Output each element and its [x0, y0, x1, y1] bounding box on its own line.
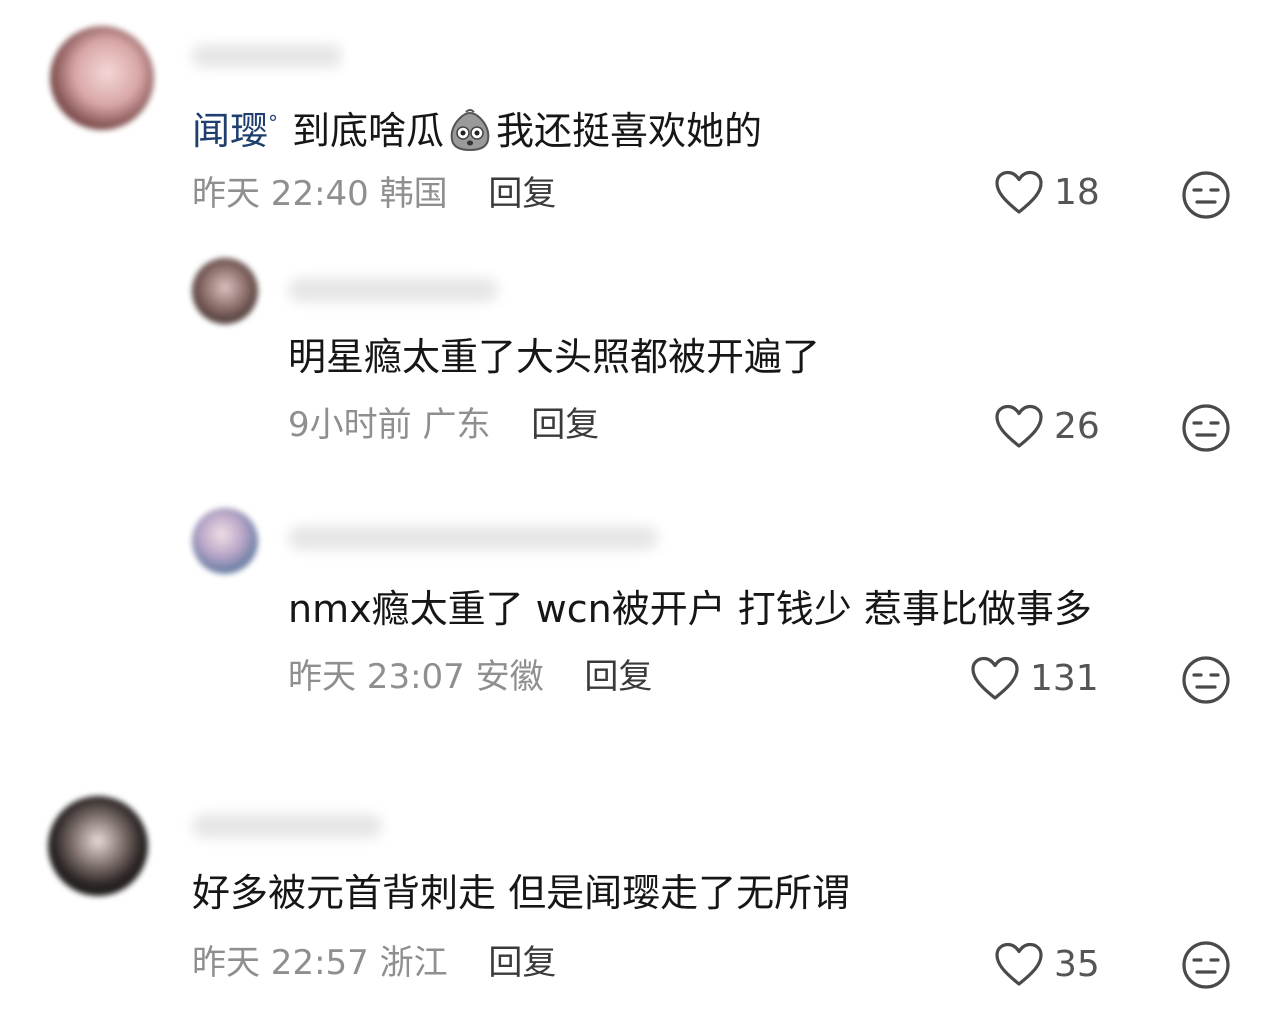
heart-icon: [995, 942, 1043, 986]
comment-location: 浙江: [379, 943, 448, 983]
mention-link[interactable]: 闻璎: [192, 109, 268, 153]
like-button[interactable]: 35: [994, 942, 1100, 988]
comment-text: nmx瘾太重了 wcn被开户 打钱少 惹事比做事多: [288, 587, 1092, 631]
reply-button[interactable]: 回复: [531, 405, 599, 445]
comment-meta: 昨天 22:57 浙江 回复: [192, 946, 556, 980]
like-button[interactable]: 131: [970, 656, 1099, 702]
comment-text-part: 我还挺喜欢她的: [496, 109, 763, 153]
dislike-face-icon[interactable]: [1181, 940, 1231, 990]
dislike-face-icon[interactable]: [1181, 170, 1231, 220]
comment-time: 昨天 22:40: [192, 174, 369, 214]
like-count: 26: [1054, 406, 1100, 447]
avatar[interactable]: [50, 26, 154, 130]
comment-text: 闻璎° 到底啥瓜 我还挺喜欢她的: [192, 106, 762, 154]
username-blurred[interactable]: [192, 814, 382, 838]
mention-marker-icon: °: [268, 111, 279, 136]
like-count: 35: [1054, 944, 1100, 985]
like-button[interactable]: 18: [994, 170, 1100, 216]
reply-button[interactable]: 回复: [488, 943, 556, 983]
username-blurred[interactable]: [288, 526, 658, 550]
comment-time: 昨天 22:57: [192, 943, 369, 983]
dislike-face-icon[interactable]: [1181, 655, 1231, 705]
comment-location: 安徽: [475, 657, 544, 697]
comment-time: 9小时前: [288, 405, 412, 445]
comment-text: 好多被元首背刺走 但是闻璎走了无所谓: [192, 871, 851, 915]
heart-icon: [971, 656, 1019, 700]
reply-button[interactable]: 回复: [488, 174, 556, 214]
heart-icon: [995, 170, 1043, 214]
comment-text-part: 到底啥瓜: [292, 109, 445, 153]
dislike-face-icon[interactable]: [1181, 403, 1231, 453]
reply-button[interactable]: 回复: [584, 657, 652, 697]
comment-meta: 昨天 23:07 安徽 回复: [288, 660, 652, 694]
comment-location: 韩国: [379, 174, 448, 214]
like-button[interactable]: 26: [994, 404, 1100, 450]
like-count: 131: [1030, 658, 1099, 699]
shocked-emoji-icon: [450, 109, 490, 152]
avatar[interactable]: [48, 796, 148, 896]
comment-time: 昨天 23:07: [288, 657, 465, 697]
username-blurred[interactable]: [288, 278, 498, 302]
avatar[interactable]: [192, 508, 258, 574]
comment-meta: 昨天 22:40 韩国 回复: [192, 177, 556, 211]
heart-icon: [995, 404, 1043, 448]
comment-section: 闻璎° 到底啥瓜 我还挺喜欢她的 昨天 22:40 韩国 回复 18 明星瘾太重…: [0, 0, 1280, 1036]
like-count: 18: [1054, 172, 1100, 213]
comment-location: 广东: [422, 405, 491, 445]
comment-text: 明星瘾太重了大头照都被开遍了: [288, 335, 821, 379]
avatar[interactable]: [192, 258, 258, 324]
comment-meta: 9小时前 广东 回复: [288, 408, 599, 442]
username-blurred[interactable]: [192, 44, 342, 68]
